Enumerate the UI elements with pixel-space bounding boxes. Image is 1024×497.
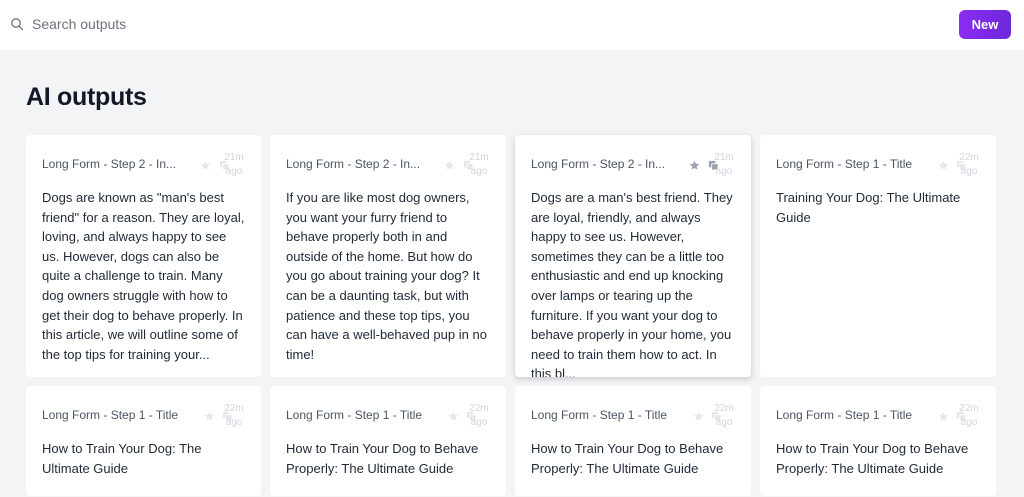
card-content: How to Train Your Dog: The Ultimate Guid… (42, 441, 202, 476)
star-icon[interactable] (200, 158, 211, 170)
top-bar: New (0, 0, 1024, 50)
card-header: Long Form - Step 1 - Title 22m ago (776, 403, 980, 428)
star-icon[interactable] (938, 409, 949, 421)
star-icon[interactable] (444, 158, 455, 170)
card-timestamp: 22m ago (469, 403, 489, 428)
outputs-grid: Long Form - Step 2 - In... 21m ago Dogs ar… (26, 135, 996, 496)
card-header: Long Form - Step 1 - Title 22m ago (776, 152, 980, 177)
card-timestamp: 22m ago (959, 403, 979, 428)
card-timestamp: 22m ago (224, 403, 244, 428)
star-icon[interactable] (689, 158, 700, 170)
star-icon[interactable] (693, 409, 704, 421)
card-type-label: Long Form - Step 1 - Title (42, 408, 179, 422)
output-card[interactable]: Long Form - Step 2 - In... 21m ago If you … (270, 135, 506, 377)
card-content: Dogs are a man's best friend. They are l… (531, 190, 733, 377)
star-icon[interactable] (448, 409, 459, 421)
card-header: Long Form - Step 1 - Title 22m ago (42, 403, 245, 428)
card-timestamp: 21m ago (714, 152, 734, 177)
card-header: Long Form - Step 2 - In... 21m ago (531, 152, 735, 177)
card-timestamp: 21m ago (224, 152, 244, 177)
search-input[interactable] (32, 12, 632, 36)
output-card[interactable]: Long Form - Step 2 - In... 21m ago Dogs ar… (26, 135, 261, 377)
card-type-label: Long Form - Step 1 - Title (286, 408, 423, 422)
output-card[interactable]: Long Form - Step 1 - Title 22m ago How to … (760, 386, 996, 496)
new-button[interactable]: New (959, 10, 1011, 39)
card-header: Long Form - Step 1 - Title 22m ago (531, 403, 735, 428)
card-content: Dogs are known as "man's best friend" fo… (42, 190, 245, 362)
card-timestamp: 21m ago (469, 152, 489, 177)
card-header: Long Form - Step 2 - In... 21m ago (42, 152, 245, 177)
card-content: How to Train Your Dog to Behave Properly… (531, 441, 724, 476)
output-card[interactable]: Long Form - Step 2 - In... 21m ago Dogs ar… (515, 135, 751, 377)
output-card[interactable]: Long Form - Step 1 - Title 22m ago How to … (270, 386, 506, 496)
card-type-label: Long Form - Step 2 - In... (286, 157, 421, 171)
card-content: How to Train Your Dog to Behave Properly… (776, 441, 969, 476)
card-type-label: Long Form - Step 1 - Title (776, 157, 913, 171)
output-card[interactable]: Long Form - Step 1 - Title 22m ago How to … (26, 386, 261, 496)
card-timestamp: 22m ago (959, 152, 979, 177)
page-title: AI outputs (26, 83, 147, 111)
star-icon[interactable] (204, 409, 215, 421)
card-type-label: Long Form - Step 2 - In... (531, 157, 666, 171)
output-card[interactable]: Long Form - Step 1 - Title 22m ago How to … (515, 386, 751, 496)
search-icon (10, 17, 24, 31)
card-timestamp: 22m ago (714, 403, 734, 428)
output-card[interactable]: Long Form - Step 1 - Title 22m ago Trainin… (760, 135, 996, 377)
card-content: Training Your Dog: The Ultimate Guide (776, 190, 961, 225)
card-content: How to Train Your Dog to Behave Properly… (286, 441, 479, 476)
card-content: If you are like most dog owners, you wan… (286, 190, 487, 362)
card-type-label: Long Form - Step 1 - Title (776, 408, 913, 422)
card-header: Long Form - Step 1 - Title 22m ago (286, 403, 490, 428)
card-header: Long Form - Step 2 - In... 21m ago (286, 152, 490, 177)
card-type-label: Long Form - Step 1 - Title (531, 408, 668, 422)
star-icon[interactable] (938, 158, 949, 170)
card-type-label: Long Form - Step 2 - In... (42, 157, 177, 171)
